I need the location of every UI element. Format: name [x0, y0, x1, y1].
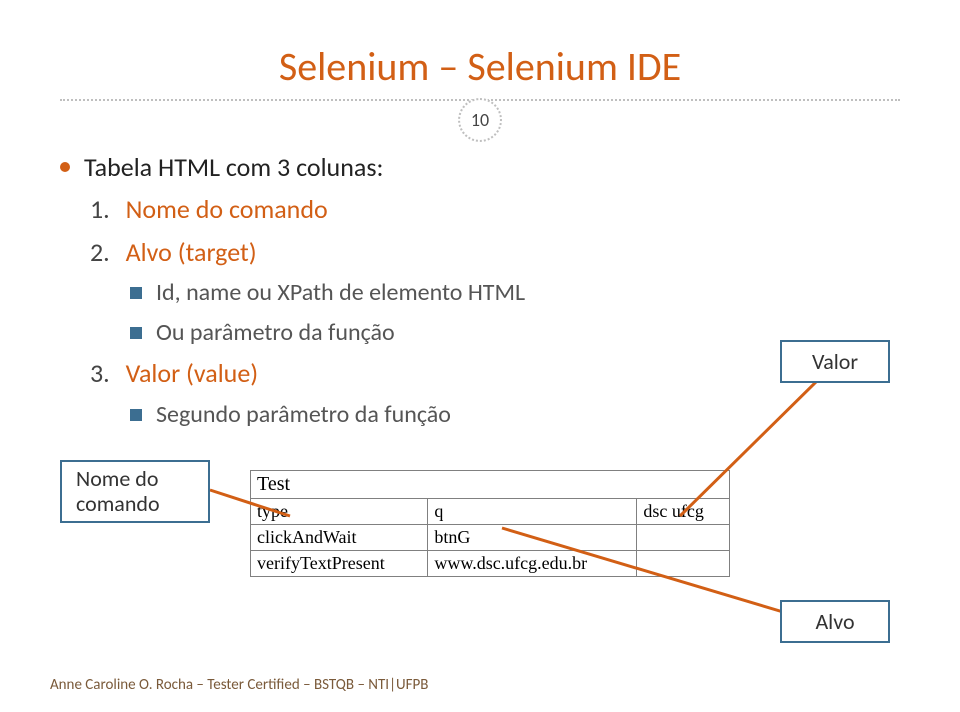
callout-valor: Valor	[780, 340, 890, 383]
main-bullet: Tabela HTML com 3 colunas:	[60, 149, 900, 185]
slide-title: Selenium – Selenium IDE	[60, 42, 900, 91]
table-row: type q dsc ufcg	[251, 499, 730, 525]
sub-bullet-text: Segundo parâmetro da função	[156, 398, 451, 432]
table-row: verifyTextPresent www.dsc.ufcg.edu.br	[251, 551, 730, 577]
sub-bullet-text: Ou parâmetro da função	[156, 316, 395, 350]
list-item-2: 2. Alvo (target)	[90, 234, 900, 270]
table-header: Test	[251, 471, 730, 499]
list-label: Valor (value)	[126, 357, 259, 389]
example-table-wrap: Test type q dsc ufcg clickAndWait btnG v…	[250, 470, 730, 577]
sub-bullet: Segundo parâmetro da função	[130, 398, 900, 432]
square-bullet-icon	[130, 287, 142, 299]
table-cell: dsc ufcg	[637, 499, 730, 525]
bullet-dot-icon	[60, 162, 70, 172]
list-label: Alvo (target)	[126, 236, 257, 268]
main-bullet-text: Tabela HTML com 3 colunas:	[84, 149, 383, 185]
list-number: 3.	[90, 357, 110, 389]
list-number: 2.	[90, 236, 110, 268]
footer-text: Anne Caroline O. Rocha – Tester Certifie…	[50, 676, 428, 694]
callout-alvo: Alvo	[780, 600, 890, 643]
slide: Selenium – Selenium IDE 10 Tabela HTML c…	[0, 0, 960, 712]
sub-bullet-text: Id, name ou XPath de elemento HTML	[156, 276, 525, 310]
square-bullet-icon	[130, 327, 142, 339]
square-bullet-icon	[130, 409, 142, 421]
callout-nome: Nome do comando	[60, 460, 210, 523]
table-cell	[637, 551, 730, 577]
title-block: Selenium – Selenium IDE 10	[60, 42, 900, 101]
table-row: clickAndWait btnG	[251, 525, 730, 551]
list-item-3: 3. Valor (value)	[90, 355, 900, 391]
list-number: 1.	[90, 193, 110, 225]
sub-bullet: Id, name ou XPath de elemento HTML	[130, 276, 900, 310]
content-block: Tabela HTML com 3 colunas: 1. Nome do co…	[60, 149, 900, 431]
table-cell: btnG	[428, 525, 637, 551]
table-cell: clickAndWait	[251, 525, 428, 551]
table-cell: www.dsc.ufcg.edu.br	[428, 551, 637, 577]
table-cell	[637, 525, 730, 551]
example-table: Test type q dsc ufcg clickAndWait btnG v…	[250, 470, 730, 577]
page-number-badge: 10	[458, 98, 502, 142]
table-cell: verifyTextPresent	[251, 551, 428, 577]
list-label: Nome do comando	[126, 193, 328, 225]
table-cell: type	[251, 499, 428, 525]
table-cell: q	[428, 499, 637, 525]
list-item-1: 1. Nome do comando	[90, 191, 900, 227]
